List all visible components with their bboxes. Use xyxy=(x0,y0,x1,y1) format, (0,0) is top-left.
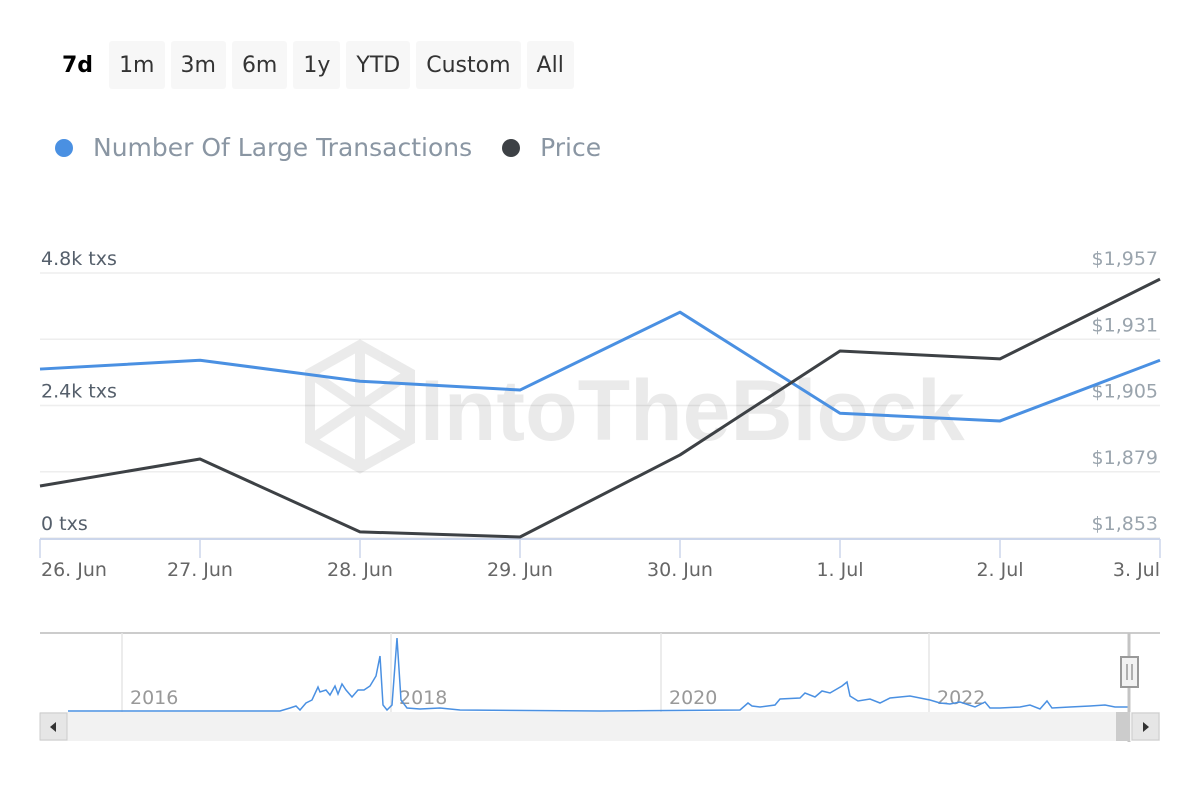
watermark-text: IntoTheBlock xyxy=(420,363,965,459)
navigator-year-label: 2018 xyxy=(399,687,447,709)
x-tick-label: 3. Jul xyxy=(1113,559,1160,581)
x-tick-label: 26. Jun xyxy=(41,559,107,581)
navigator-handle-icon xyxy=(1120,656,1139,688)
chart-svg: IntoTheBlock 26. Jun 27. Jun 28. Jun 29. Jun… xyxy=(39,248,1161,742)
navigator-year-label: 2016 xyxy=(130,687,178,709)
navigator-handle[interactable] xyxy=(1120,656,1139,688)
watermark-group: IntoTheBlock xyxy=(305,339,965,474)
x-tick-label: 1. Jul xyxy=(816,559,863,581)
y-right-tick-label: $1,957 xyxy=(1092,248,1158,270)
y-right-tick-label: $1,879 xyxy=(1092,447,1158,469)
x-tick-label: 28. Jun xyxy=(327,559,393,581)
y-right-tick-label: $1,931 xyxy=(1092,314,1158,336)
navigator-year-label: 2020 xyxy=(669,687,717,709)
x-tick-label: 27. Jun xyxy=(167,559,233,581)
x-tick-label: 2. Jul xyxy=(976,559,1023,581)
x-tick-label: 29. Jun xyxy=(487,559,553,581)
y-right-tick-label: $1,853 xyxy=(1092,513,1158,535)
watermark-logo-icon xyxy=(305,339,415,474)
scrollbar-thumb[interactable] xyxy=(1116,712,1130,741)
scrollbar-track[interactable] xyxy=(40,712,1160,741)
x-tick-label: 30. Jun xyxy=(647,559,713,581)
y-left-tick-label: 2.4k txs xyxy=(41,381,117,403)
y-left-tick-label: 0 txs xyxy=(41,513,88,535)
y-left-tick-label: 4.8k txs xyxy=(41,248,117,270)
